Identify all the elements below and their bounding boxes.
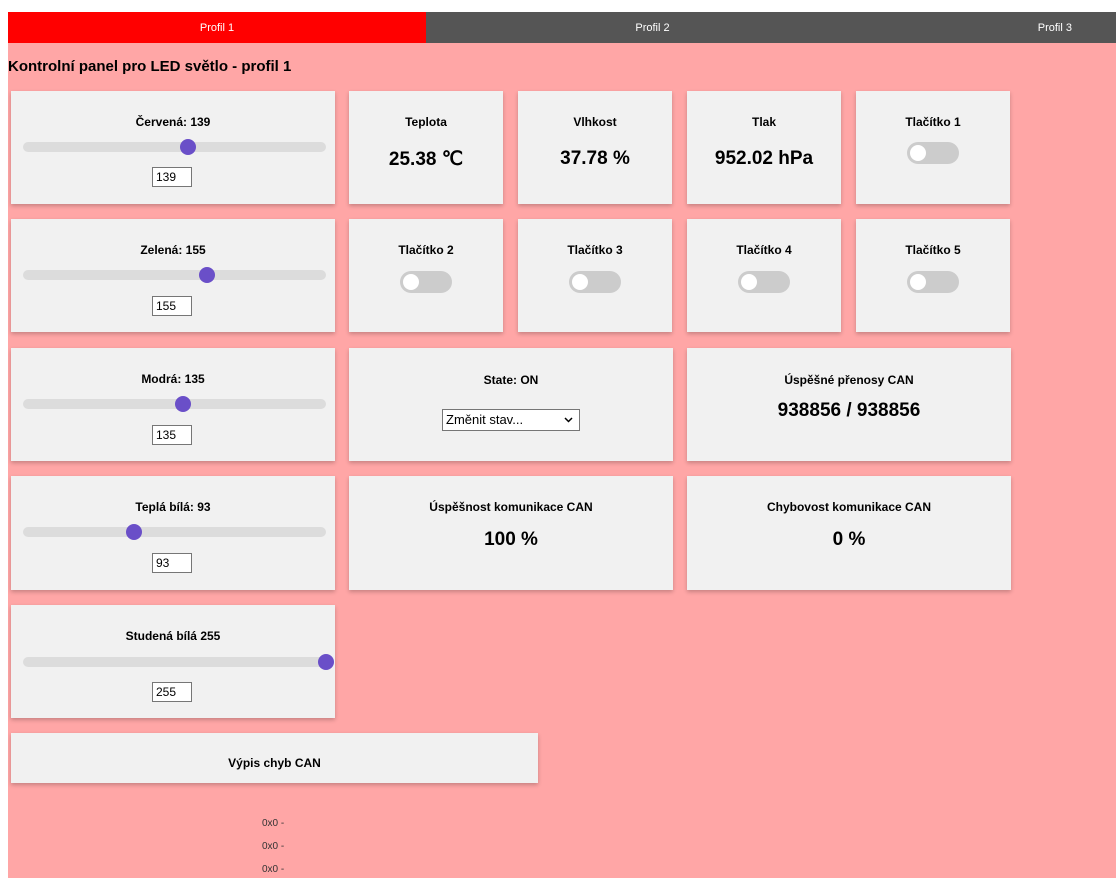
button-1-toggle[interactable]	[907, 142, 959, 164]
warm-white-slider[interactable]	[23, 524, 326, 540]
temperature-label: Teplota	[405, 115, 447, 129]
humidity-value: 37.78 %	[560, 148, 630, 169]
button-5-toggle[interactable]	[907, 271, 959, 293]
red-slider[interactable]	[23, 139, 326, 155]
blue-slider-knob[interactable]	[175, 396, 192, 412]
can-success-card: Úspěšnost komunikace CAN 100 %	[349, 476, 673, 590]
can-errors-button-label: Výpis chyb CAN	[228, 756, 321, 770]
toggle-knob	[910, 274, 926, 290]
button-3-label: Tlačítko 3	[567, 243, 623, 257]
can-error-label: Chybovost komunikace CAN	[766, 500, 932, 514]
red-slider-knob[interactable]	[180, 139, 197, 155]
can-transfers-label: Úspěšné přenosy CAN	[784, 373, 914, 387]
chevron-down-icon	[564, 410, 573, 438]
warm-white-slider-knob[interactable]	[125, 524, 142, 540]
red-value-input[interactable]	[152, 167, 192, 187]
pressure-label: Tlak	[751, 115, 776, 129]
humidity-label: Vlhkost	[573, 115, 617, 129]
green-slider-label: Zelená: 155	[140, 243, 206, 257]
button-5-card: Tlačítko 5	[856, 219, 1010, 332]
temperature-value: 25.38 ℃	[388, 149, 464, 170]
green-value-input[interactable]	[152, 296, 192, 316]
pressure-value: 952.02 hPa	[714, 148, 814, 169]
toggle-knob	[910, 145, 926, 161]
toggle-knob	[572, 274, 588, 290]
can-success-value: 100 %	[484, 529, 538, 550]
tab-profil-1[interactable]: Profil 1	[8, 12, 426, 43]
toggle-knob	[403, 274, 419, 290]
button-3-card: Tlačítko 3	[518, 219, 672, 332]
red-slider-label: Červená: 139	[135, 115, 211, 129]
warm-white-value-input[interactable]	[152, 553, 192, 573]
state-card: State: ON Změnit stav...	[349, 348, 673, 461]
can-error-line: 0x0 -	[262, 864, 285, 875]
blue-slider-label: Modrá: 135	[141, 372, 205, 386]
cold-white-slider[interactable]	[23, 654, 334, 670]
can-success-label: Úspěšnost komunikace CAN	[429, 500, 593, 514]
button-1-card: Tlačítko 1	[856, 91, 1010, 204]
red-slider-card: Červená: 139	[11, 91, 335, 204]
state-select[interactable]: Změnit stav...	[442, 409, 580, 431]
can-errors-button[interactable]: Výpis chyb CAN	[11, 733, 538, 783]
button-3-toggle[interactable]	[569, 271, 621, 293]
button-2-label: Tlačítko 2	[398, 243, 454, 257]
pressure-card: Tlak 952.02 hPa	[687, 91, 841, 204]
humidity-card: Vlhkost 37.78 %	[518, 91, 672, 204]
tab-profil-3[interactable]: Profil 3	[879, 12, 1116, 43]
temperature-card: Teplota 25.38 ℃	[349, 91, 503, 204]
can-error-line: 0x0 -	[262, 841, 285, 852]
app-container: Profil 1 Profil 2 Profil 3 Kontrolní pan…	[8, 12, 1116, 878]
blue-slider-card: Modrá: 135	[11, 348, 335, 461]
state-label: State: ON	[483, 373, 539, 387]
warm-white-slider-card: Teplá bílá: 93	[11, 476, 335, 590]
button-1-label: Tlačítko 1	[905, 115, 961, 129]
profile-tab-bar: Profil 1 Profil 2 Profil 3	[8, 12, 1116, 43]
button-2-toggle[interactable]	[400, 271, 452, 293]
can-error-card: Chybovost komunikace CAN 0 %	[687, 476, 1011, 590]
can-error-line: 0x0 -	[262, 818, 285, 829]
button-4-card: Tlačítko 4	[687, 219, 841, 332]
can-transfers-card: Úspěšné přenosy CAN 938856 / 938856	[687, 348, 1011, 461]
cold-white-slider-knob[interactable]	[318, 654, 334, 670]
green-slider[interactable]	[23, 267, 326, 283]
cold-white-slider-card: Studená bílá 255	[11, 605, 335, 718]
cold-white-value-input[interactable]	[152, 682, 192, 702]
button-5-label: Tlačítko 5	[905, 243, 961, 257]
warm-white-slider-label: Teplá bílá: 93	[135, 500, 211, 514]
state-select-text: Změnit stav...	[446, 412, 524, 427]
cold-white-slider-label: Studená bílá 255	[125, 629, 221, 643]
green-slider-card: Zelená: 155	[11, 219, 335, 332]
tab-profil-2[interactable]: Profil 2	[426, 12, 879, 43]
button-4-label: Tlačítko 4	[736, 243, 792, 257]
page-title: Kontrolní panel pro LED světlo - profil …	[8, 58, 292, 75]
can-transfers-value: 938856 / 938856	[777, 400, 921, 421]
green-slider-knob[interactable]	[199, 267, 216, 283]
toggle-knob	[741, 274, 757, 290]
can-error-value: 0 %	[832, 529, 866, 550]
blue-value-input[interactable]	[152, 425, 192, 445]
blue-slider[interactable]	[23, 396, 326, 412]
button-4-toggle[interactable]	[738, 271, 790, 293]
button-2-card: Tlačítko 2	[349, 219, 503, 332]
